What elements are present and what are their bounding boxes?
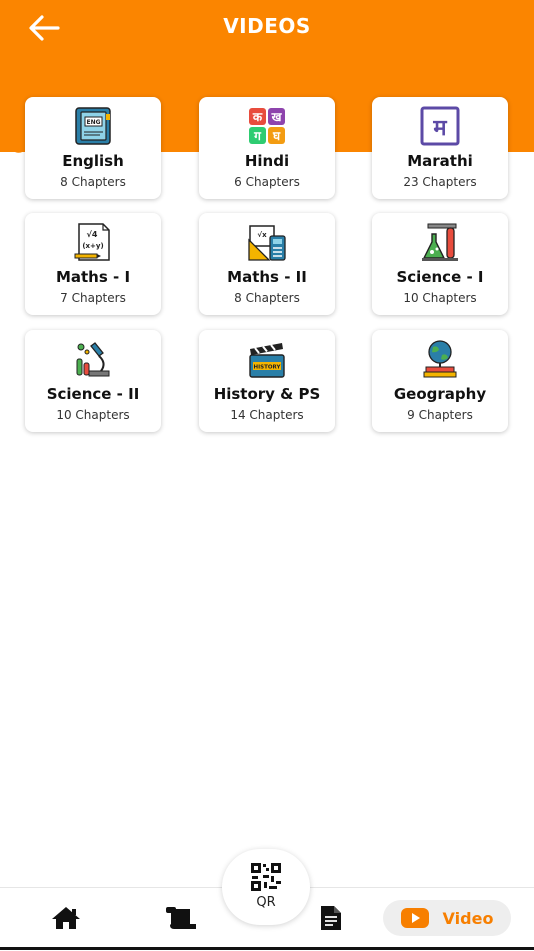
history-clapboard-icon: HISTORY	[247, 339, 287, 379]
qr-code-icon	[251, 863, 281, 891]
svg-text:√4: √4	[87, 230, 98, 239]
video-label: Video	[442, 908, 494, 928]
chapter-count: 10 Chapters	[56, 408, 130, 422]
nav-notes[interactable]	[158, 902, 202, 934]
subject-name: History & PS	[213, 385, 321, 403]
chapter-count: 6 Chapters	[234, 175, 300, 189]
hindi-letters-icon: क ख ग घ	[247, 106, 287, 146]
document-icon	[321, 906, 341, 930]
nav-document[interactable]	[314, 901, 348, 935]
subject-name: Hindi	[244, 152, 290, 170]
subject-card-hindi[interactable]: क ख ग घ Hindi 6 Chapters	[199, 97, 335, 199]
svg-text:√x: √x	[257, 231, 267, 239]
subject-card-history-ps[interactable]: HISTORY History & PS 14 Chapters	[199, 330, 335, 432]
subject-name: Maths - II	[227, 268, 307, 286]
chapter-count: 8 Chapters	[234, 291, 300, 305]
qr-label: QR	[256, 895, 276, 910]
subject-card-science-2[interactable]: Science - II 10 Chapters	[25, 330, 161, 432]
svg-text:ख: ख	[271, 110, 283, 124]
subject-card-english[interactable]: ENG English 8 Chapters	[25, 97, 161, 199]
svg-text:HISTORY: HISTORY	[254, 365, 282, 371]
subject-name: English	[62, 152, 124, 170]
subject-card-geography[interactable]: Geography 9 Chapters	[372, 330, 508, 432]
subject-name: Science - I	[396, 268, 484, 286]
qr-button[interactable]: QR	[222, 849, 310, 925]
chapter-count: 9 Chapters	[407, 408, 473, 422]
chapter-count: 8 Chapters	[60, 175, 126, 189]
microscope-icon	[73, 339, 113, 379]
scroll-icon	[166, 907, 196, 929]
subject-card-science-1[interactable]: Science - I 10 Chapters	[372, 213, 508, 315]
svg-text:म: म	[432, 116, 447, 141]
english-book-icon: ENG	[73, 106, 113, 146]
svg-text:घ: घ	[272, 129, 281, 143]
nav-home[interactable]	[46, 902, 86, 934]
home-icon	[52, 907, 80, 929]
chapter-count: 14 Chapters	[230, 408, 304, 422]
svg-text:(x+y): (x+y)	[82, 242, 103, 250]
subject-card-maths-2[interactable]: √x Maths - II 8 Chapters	[199, 213, 335, 315]
geometry-tools-icon: √x	[247, 222, 287, 262]
subject-name: Maths - I	[55, 268, 131, 286]
youtube-icon	[400, 908, 429, 928]
svg-text:ग: ग	[253, 129, 262, 143]
chapter-count: 23 Chapters	[403, 175, 477, 189]
globe-books-icon	[420, 339, 460, 379]
marathi-letter-icon: म	[420, 106, 460, 146]
subject-name: Science - II	[46, 385, 140, 403]
chapter-count: 7 Chapters	[60, 291, 126, 305]
lab-flask-icon	[420, 222, 460, 262]
subject-card-maths-1[interactable]: √4 (x+y) Maths - I 7 Chapters	[25, 213, 161, 315]
subject-name: Marathi	[407, 152, 473, 170]
subject-name: Geography	[393, 385, 487, 403]
page-title: VIDEOS	[223, 14, 311, 38]
nav-video[interactable]: Video	[383, 900, 511, 936]
subject-card-marathi[interactable]: म Marathi 23 Chapters	[372, 97, 508, 199]
chapter-count: 10 Chapters	[403, 291, 477, 305]
svg-text:क: क	[252, 110, 263, 124]
svg-text:ENG: ENG	[86, 119, 100, 126]
math-formula-icon: √4 (x+y)	[73, 222, 113, 262]
